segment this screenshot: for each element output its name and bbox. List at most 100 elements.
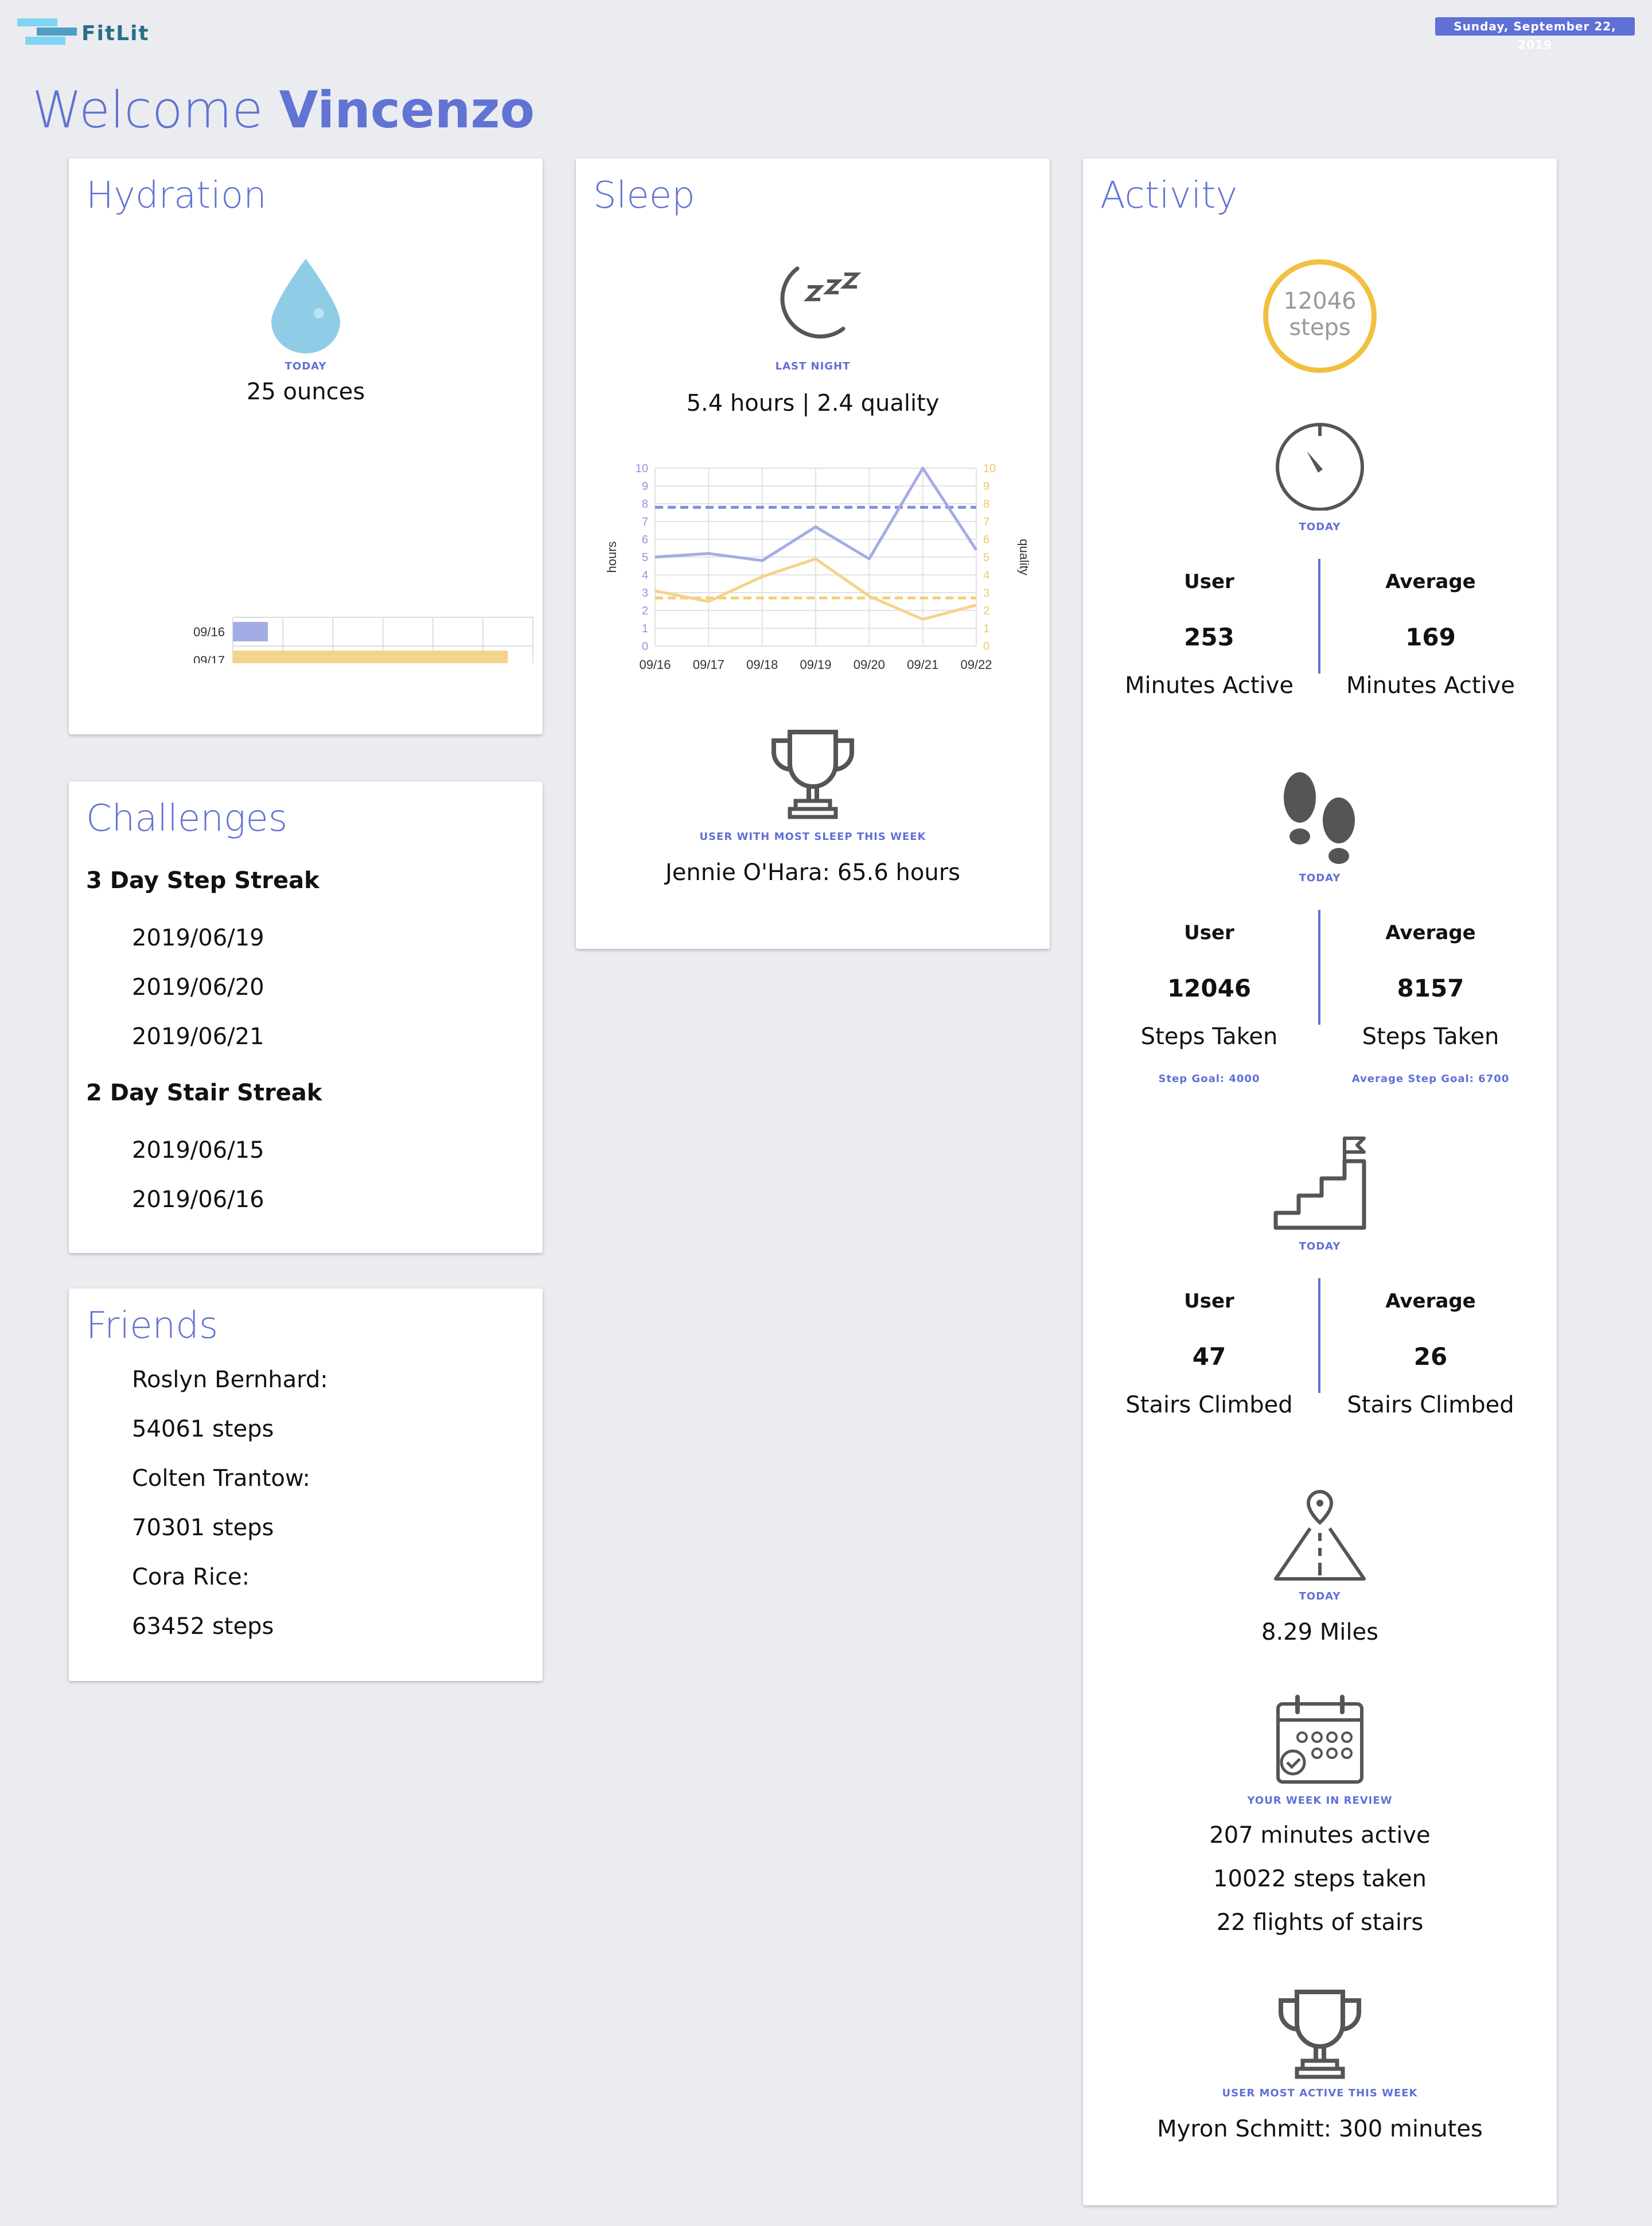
- y2-tick-label: 9: [983, 480, 989, 493]
- x-tick-label: 09/19: [800, 657, 831, 672]
- y-tick-label: 5: [642, 551, 648, 564]
- minutes-user-value: 253: [1184, 623, 1234, 651]
- y-tick-label: 7: [642, 516, 648, 528]
- x-tick-label: 09/21: [907, 657, 938, 672]
- minutes-user-label: User: [1184, 570, 1234, 593]
- challenges-card: Challenges 3 Day Step Streak 2019/06/19 …: [69, 781, 543, 1253]
- y2-tick-label: 8: [983, 498, 989, 511]
- friend-name[interactable]: Colten Trantow:: [132, 1465, 310, 1492]
- y2-tick-label: 5: [983, 551, 989, 564]
- minutes-avg-label: Average: [1385, 570, 1476, 593]
- steps-caption: TODAY: [1299, 872, 1341, 884]
- steps-user-value: 12046: [1167, 974, 1252, 1002]
- activity-trophy-text: Myron Schmitt: 300 minutes: [1157, 2116, 1483, 2142]
- sleep-card: Sleep LAST NIGHT 5.4 hours | 2.4 quality…: [576, 158, 1050, 949]
- y2-tick-label: 0: [983, 640, 989, 653]
- footprints-icon: [1284, 772, 1355, 864]
- bar: [233, 622, 268, 641]
- sleep-trophy-text: Jennie O'Hara: 65.6 hours: [665, 859, 960, 886]
- week-line: 22 flights of stairs: [1216, 1909, 1424, 1936]
- y2-tick-label: 3: [983, 587, 989, 600]
- y-tick-label: 3: [642, 587, 648, 600]
- road-pin-icon: [1274, 1489, 1366, 1581]
- logo-text: FitLit: [81, 22, 150, 45]
- week-line: 10022 steps taken: [1213, 1866, 1427, 1892]
- calendar-icon: [1276, 1695, 1363, 1784]
- challenge-date: 2019/06/15: [132, 1137, 264, 1163]
- y2-tick-label: 1: [983, 622, 989, 635]
- y2-tick-label: 4: [983, 569, 989, 582]
- week-caption: YOUR WEEK IN REVIEW: [1247, 1795, 1393, 1807]
- sleep-title: Sleep: [593, 174, 695, 217]
- steps-user-goal: Step Goal: 4000: [1158, 1073, 1260, 1085]
- minutes-caption: TODAY: [1299, 521, 1341, 533]
- y2-tick-label: 7: [983, 516, 989, 528]
- hydration-chart: 203040506070809009/1609/1709/1809/1909/2…: [193, 617, 533, 663]
- steps-ring-value: 12046: [1283, 288, 1357, 314]
- stopwatch-icon: [1276, 423, 1364, 511]
- challenge-name: 3 Day Step Streak: [86, 867, 320, 894]
- minutes-user-unit: Minutes Active: [1125, 672, 1293, 699]
- stairs-user-label: User: [1184, 1290, 1234, 1313]
- stairs-user-value: 47: [1192, 1342, 1226, 1371]
- friends-title: Friends: [86, 1305, 219, 1347]
- x-tick-label: 09/16: [639, 657, 671, 672]
- hydration-caption: TODAY: [285, 360, 327, 372]
- x-tick-label: 09/22: [960, 657, 992, 672]
- y-tick-label: 10: [636, 462, 648, 475]
- challenge-date: 2019/06/20: [132, 974, 264, 1001]
- stairs-avg-unit: Stairs Climbed: [1347, 1392, 1514, 1418]
- y2-tick-label: 6: [983, 534, 989, 546]
- steps-ring-unit: steps: [1289, 314, 1351, 341]
- welcome-prefix: Welcome: [32, 80, 263, 139]
- y-tick-label: 8: [642, 498, 648, 511]
- bar: [233, 651, 508, 663]
- miles-caption: TODAY: [1299, 1590, 1341, 1602]
- y-tick-label: 4: [642, 569, 648, 582]
- friend-steps: 63452 steps: [132, 1613, 274, 1640]
- hydration-title: Hydration: [86, 174, 267, 217]
- stairs-avg-label: Average: [1385, 1290, 1476, 1313]
- sleep-trophy-caption: USER WITH MOST SLEEP THIS WEEK: [699, 831, 926, 843]
- activity-card: Activity 12046 steps TODAY User Average …: [1083, 158, 1557, 2205]
- challenge-name: 2 Day Stair Streak: [86, 1080, 322, 1106]
- user-name: Vincenzo: [279, 80, 535, 139]
- y2-tick-label: 10: [983, 462, 996, 475]
- steps-avg-value: 8157: [1397, 974, 1464, 1002]
- week-line: 207 minutes active: [1209, 1822, 1431, 1848]
- x-tick-label: 09/20: [854, 657, 885, 672]
- friend-name[interactable]: Cora Rice:: [132, 1564, 250, 1590]
- challenge-date: 2019/06/16: [132, 1186, 264, 1213]
- steps-user-label: User: [1184, 921, 1234, 944]
- hydration-card: Hydration TODAY 25 ounces 20304050607080…: [69, 158, 543, 734]
- hydration-amount: 25 ounces: [246, 379, 365, 405]
- y2-axis-label: quality: [1017, 539, 1031, 575]
- miles-value: 8.29 Miles: [1261, 1619, 1378, 1645]
- x-tick-label: 09/17: [693, 657, 724, 672]
- stairs-avg-value: 26: [1413, 1342, 1448, 1371]
- stairs-flag-icon: [1273, 1137, 1366, 1230]
- sleep-chart: 0 0 1 1 2 2 3 3 4 4 5 5 6 6 7 7 8 8 9 9 10 10 09/16 09/17 09/18 0…: [605, 462, 1031, 672]
- trophy-icon: [772, 730, 854, 819]
- y-axis-label: hours: [605, 541, 619, 573]
- challenge-date: 2019/06/19: [132, 925, 264, 951]
- trophy-icon: [1279, 1990, 1361, 2079]
- sleep-summary: 5.4 hours | 2.4 quality: [686, 390, 940, 417]
- y-tick-label: 0: [642, 640, 648, 653]
- date-badge: Sunday, September 22, 2019: [1435, 17, 1635, 52]
- activity-title: Activity: [1100, 174, 1238, 217]
- minutes-avg-value: 169: [1405, 623, 1456, 651]
- friend-name[interactable]: Roslyn Bernhard:: [132, 1367, 328, 1393]
- y-tick-label: 2: [642, 605, 648, 617]
- sleep-caption: LAST NIGHT: [775, 360, 851, 372]
- y-tick-label: 1: [642, 622, 648, 635]
- steps-avg-unit: Steps Taken: [1362, 1024, 1499, 1050]
- stairs-caption: TODAY: [1299, 1240, 1341, 1252]
- water-drop-icon: [271, 259, 340, 353]
- friend-steps: 54061 steps: [132, 1416, 274, 1442]
- challenges-title: Challenges: [86, 797, 288, 840]
- activity-trophy-caption: USER MOST ACTIVE THIS WEEK: [1222, 2087, 1418, 2099]
- challenge-date: 2019/06/21: [132, 1024, 264, 1050]
- stairs-user-unit: Stairs Climbed: [1125, 1392, 1293, 1418]
- steps-user-unit: Steps Taken: [1140, 1024, 1278, 1050]
